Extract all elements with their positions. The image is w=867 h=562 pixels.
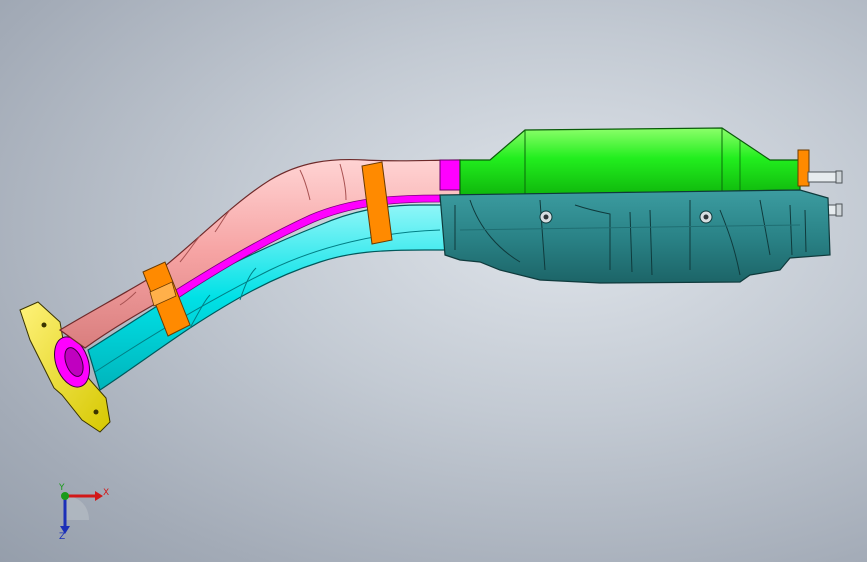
orientation-triad[interactable]: X Y Z [45,482,115,544]
exhaust-assembly-model[interactable] [0,0,867,562]
outlet-plate[interactable] [797,149,810,187]
graphics-viewport[interactable]: X Y Z [0,0,867,562]
y-axis-arrow [61,492,69,500]
heat-shield[interactable] [439,189,831,284]
z-axis-label: Z [59,532,66,542]
x-axis-label: X [103,488,110,498]
converter-inlet-collar[interactable] [439,159,461,191]
y-axis-label: Y [59,483,65,493]
catalytic-converter[interactable] [459,127,801,196]
